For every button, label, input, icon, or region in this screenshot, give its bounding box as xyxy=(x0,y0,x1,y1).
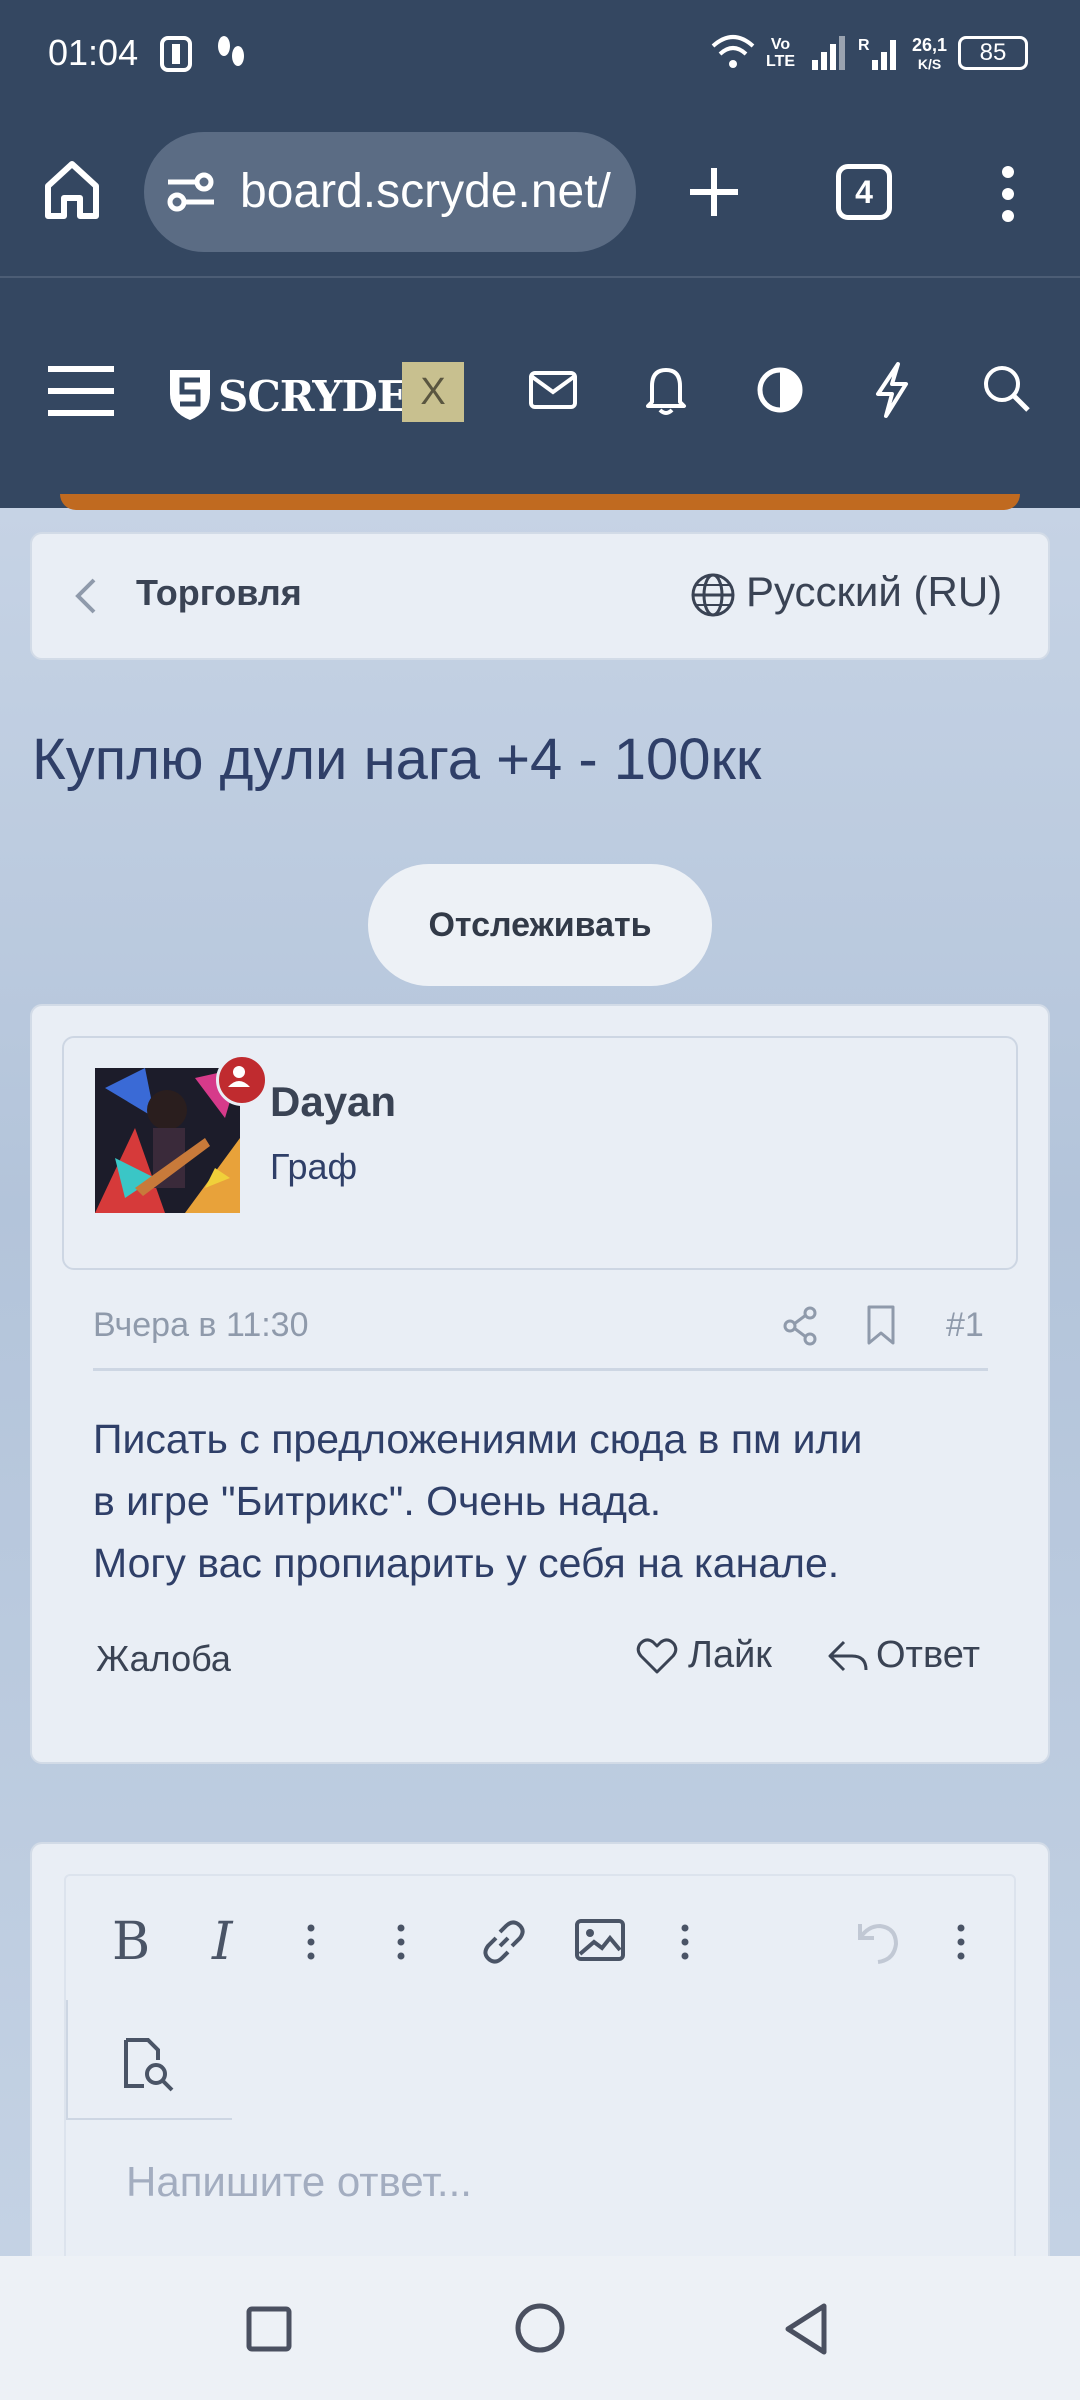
like-button[interactable]: Лайк xyxy=(688,1634,772,1677)
author-name[interactable]: Dayan xyxy=(270,1078,396,1126)
heart-icon[interactable] xyxy=(636,1636,678,1676)
signal-icon-2: R xyxy=(858,37,896,70)
wifi-icon xyxy=(711,35,755,68)
volte-icon: Vo LTE xyxy=(766,36,796,70)
site-logo[interactable]: SCRYDE xyxy=(218,372,409,421)
thread-title: Куплю дули нага +4 - 100кк xyxy=(32,727,762,792)
back-nav-icon[interactable] xyxy=(782,2302,830,2356)
report-link[interactable]: Жалоба xyxy=(96,1638,231,1680)
bookmark-icon[interactable] xyxy=(866,1304,896,1346)
bell-icon[interactable] xyxy=(644,364,688,416)
more-text-options-icon[interactable] xyxy=(306,1922,316,1962)
home-nav-icon[interactable] xyxy=(514,2302,566,2354)
bold-icon[interactable]: B xyxy=(112,1912,150,1972)
browser-menu-icon[interactable] xyxy=(998,164,1018,224)
scryde-logo-shield-icon[interactable] xyxy=(166,366,214,422)
undo-icon[interactable] xyxy=(850,1918,900,1966)
battery-icon: 85 xyxy=(958,36,1028,70)
hamburger-menu-icon[interactable] xyxy=(48,364,116,418)
search-icon[interactable] xyxy=(982,364,1032,414)
image-icon[interactable] xyxy=(574,1918,626,1964)
reply-button[interactable]: Ответ xyxy=(876,1634,980,1677)
breadcrumb-link[interactable]: Торговля xyxy=(136,572,302,614)
post-divider xyxy=(93,1368,988,1371)
status-time: 01:04 xyxy=(48,32,139,73)
more-format-options-icon[interactable] xyxy=(396,1922,406,1962)
preview-icon[interactable] xyxy=(120,2036,178,2092)
more-editor-options-icon[interactable] xyxy=(956,1922,966,1962)
globe-icon xyxy=(691,573,735,617)
post-date[interactable]: Вчера в 11:30 xyxy=(93,1306,309,1345)
net-speed: 26,1 K/S xyxy=(912,35,948,72)
new-tab-icon[interactable] xyxy=(688,166,740,218)
post-body-line: в игре "Битрикс". Очень нада. xyxy=(93,1478,662,1524)
theme-toggle-icon[interactable] xyxy=(756,366,804,414)
post-body: Писать с предложениями сюда в пм или в и… xyxy=(93,1408,993,1594)
italic-icon[interactable]: I xyxy=(212,1912,233,1972)
nfc-icon xyxy=(160,36,192,72)
reply-placeholder[interactable]: Напишите ответ... xyxy=(126,2158,472,2206)
reply-icon[interactable] xyxy=(826,1638,870,1676)
svg-text:R: R xyxy=(858,37,870,54)
mail-icon[interactable] xyxy=(528,370,578,410)
watch-button[interactable]: Отслеживать xyxy=(368,864,712,986)
language-selector[interactable]: Русский (RU) xyxy=(746,568,1002,616)
share-icon[interactable] xyxy=(782,1306,818,1346)
steps-icon xyxy=(218,36,244,66)
header-accent-line xyxy=(60,494,1020,510)
tab-switcher-button[interactable]: 4 xyxy=(836,164,892,220)
post-body-line: Могу вас пропиарить у себя на канале. xyxy=(93,1540,840,1586)
staff-badge-icon xyxy=(216,1054,268,1106)
status-bar: 01:04 Vo LTE R 26,1 K/S 85 xyxy=(0,0,1080,110)
lightning-icon[interactable] xyxy=(872,362,912,418)
link-icon[interactable] xyxy=(478,1916,530,1968)
url-text[interactable]: board.scryde.net/ xyxy=(240,164,612,219)
back-chevron-icon[interactable] xyxy=(74,576,98,616)
author-rank: Граф xyxy=(270,1146,358,1187)
post-body-line: Писать с предложениями сюда в пм или xyxy=(93,1416,863,1462)
more-insert-options-icon[interactable] xyxy=(680,1922,690,1962)
recent-apps-icon[interactable] xyxy=(246,2306,292,2352)
post-number[interactable]: #1 xyxy=(946,1306,984,1345)
home-icon[interactable] xyxy=(44,160,100,220)
x-badge[interactable]: X xyxy=(402,362,464,422)
site-settings-icon[interactable] xyxy=(166,170,216,214)
signal-icon-1 xyxy=(812,36,845,70)
